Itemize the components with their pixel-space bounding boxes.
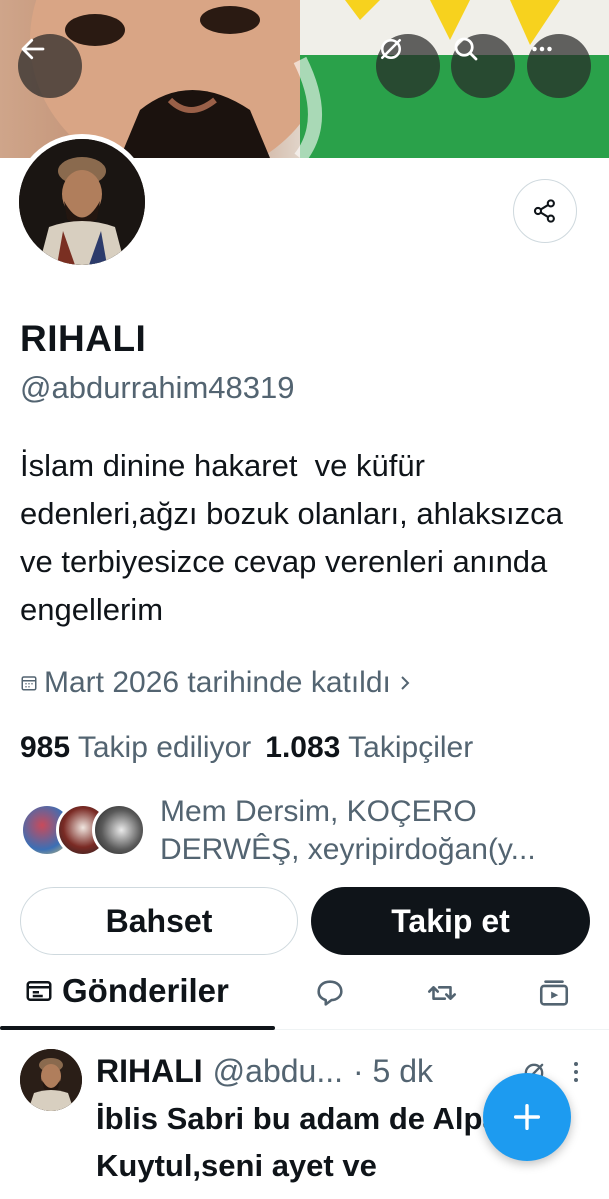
- profile-avatar[interactable]: [14, 134, 150, 270]
- avatar-image: [19, 139, 145, 265]
- share-button[interactable]: [513, 179, 577, 243]
- arrow-left-icon: [21, 38, 45, 60]
- display-name: RIHALI: [20, 318, 147, 359]
- share-icon: [533, 199, 555, 223]
- grok-icon: [381, 39, 401, 59]
- known-followers[interactable]: Mem Dersim, KOÇERO DERWÊŞ, xeyripirdoğan…: [20, 793, 600, 873]
- post-avatar-image: [20, 1049, 82, 1111]
- replies-icon[interactable]: [313, 976, 347, 1010]
- back-button[interactable]: [18, 34, 82, 98]
- user-handle: @abdurrahim48319: [20, 370, 295, 405]
- followers-label: Takipçiler: [348, 731, 474, 764]
- plus-icon: [513, 1103, 541, 1131]
- known-follower-avatar: [92, 803, 146, 857]
- post-more-icon[interactable]: [566, 1057, 586, 1087]
- post-time: · 5 dk: [353, 1053, 434, 1089]
- post-header: RIHALI @abdu... · 5 dk: [96, 1053, 433, 1090]
- followers-count: 1.083: [265, 731, 341, 764]
- tab-underline: [0, 1026, 275, 1030]
- calendar-icon: [21, 676, 37, 691]
- known-followers-text: Mem Dersim, KOÇERO DERWÊŞ, xeyripirdoğan…: [160, 795, 536, 866]
- more-horizontal-icon: [532, 46, 552, 52]
- following-count: 985: [20, 731, 71, 764]
- chevron-right-icon: [401, 676, 410, 690]
- tab-posts[interactable]: Gönderiler: [24, 972, 229, 1010]
- posts-icon: [26, 981, 52, 1001]
- joined-date[interactable]: Mart 2026 tarihinde katıldı: [20, 666, 413, 700]
- search-icon: [454, 37, 478, 61]
- media-icon[interactable]: [537, 976, 571, 1010]
- following-label: Takip ediliyor: [77, 731, 252, 764]
- mention-button[interactable]: Bahset: [20, 887, 298, 955]
- more-button[interactable]: [527, 34, 591, 98]
- search-button[interactable]: [451, 34, 515, 98]
- reposts-icon[interactable]: [425, 976, 459, 1010]
- follow-button[interactable]: Takip et: [311, 887, 590, 955]
- post-avatar[interactable]: [20, 1049, 82, 1111]
- follow-counts: 985 Takip ediliyor 1.083 Takipçiler: [20, 731, 473, 765]
- post-author-name[interactable]: RIHALI: [96, 1053, 203, 1090]
- profile-bio: İslam dinine hakaret ve küfür edenleri,a…: [20, 448, 572, 627]
- following-link[interactable]: 985 Takip ediliyor: [20, 731, 251, 765]
- grok-button[interactable]: [376, 34, 440, 98]
- profile-tabs: Gönderiler: [0, 962, 609, 1030]
- joined-text: Mart 2026 tarihinde katıldı: [44, 666, 391, 699]
- followers-link[interactable]: 1.083 Takipçiler: [265, 731, 473, 765]
- compose-button[interactable]: [483, 1073, 571, 1161]
- tab-posts-label: Gönderiler: [62, 972, 229, 1009]
- post-author-handle: @abdu...: [212, 1053, 343, 1089]
